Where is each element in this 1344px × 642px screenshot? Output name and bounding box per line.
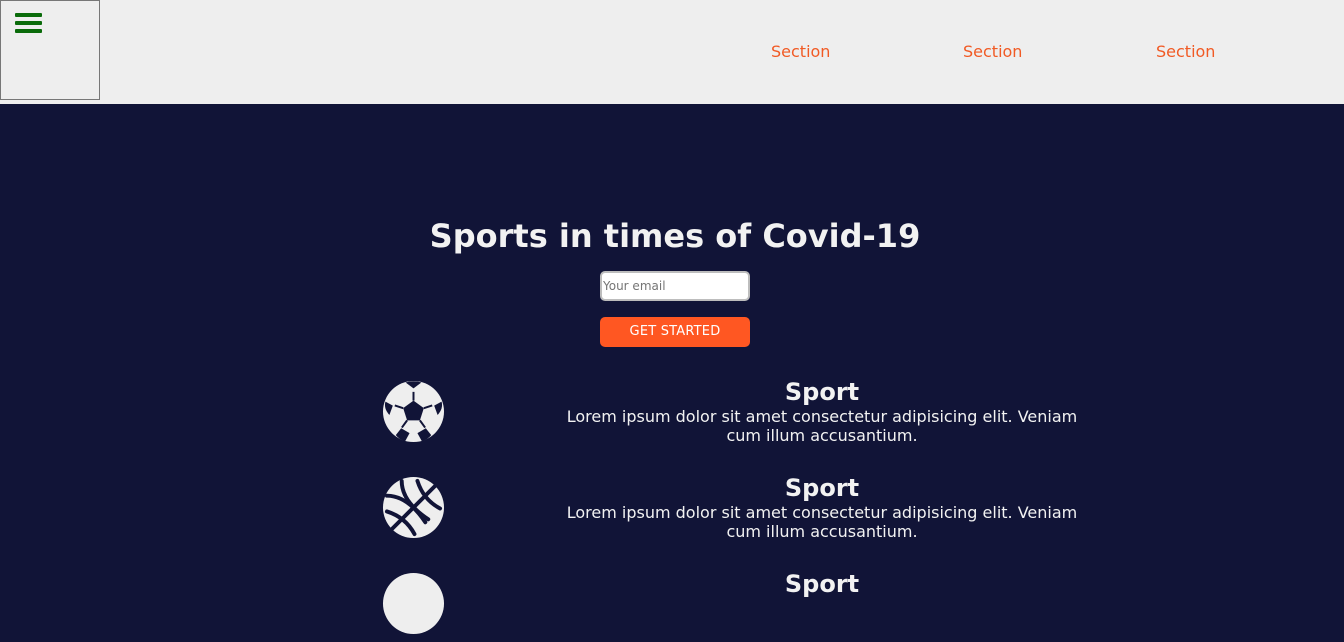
- hamburger-menu-icon[interactable]: [15, 13, 42, 35]
- nav-link-section-1[interactable]: Section: [771, 42, 830, 62]
- feature-title: Sport: [784, 378, 860, 406]
- feature-title: Sport: [784, 570, 860, 598]
- feature-item: Sport: [0, 570, 1344, 642]
- feature-description: Lorem ipsum dolor sit amet consectetur a…: [566, 503, 1078, 541]
- email-input[interactable]: [600, 271, 750, 301]
- hero-title: Sports in times of Covid-19: [429, 217, 921, 255]
- feature-item: Sport Lorem ipsum dolor sit amet consect…: [0, 378, 1344, 450]
- top-navigation-bar: Section Section Section: [0, 0, 1344, 104]
- basketball-icon: [382, 476, 445, 539]
- feature-title: Sport: [784, 474, 860, 502]
- soccer-ball-icon: [382, 380, 445, 443]
- hamburger-line: [15, 29, 42, 33]
- hamburger-line: [15, 21, 42, 25]
- feature-description: Lorem ipsum dolor sit amet consectetur a…: [566, 407, 1078, 445]
- nav-link-section-3[interactable]: Section: [1156, 42, 1215, 62]
- feature-item: Sport Lorem ipsum dolor sit amet consect…: [0, 474, 1344, 546]
- hamburger-line: [15, 13, 42, 17]
- nav-link-section-2[interactable]: Section: [963, 42, 1022, 62]
- menu-toggle-box[interactable]: [0, 0, 100, 100]
- get-started-button[interactable]: GET STARTED: [600, 317, 750, 347]
- ball-icon: [382, 572, 445, 635]
